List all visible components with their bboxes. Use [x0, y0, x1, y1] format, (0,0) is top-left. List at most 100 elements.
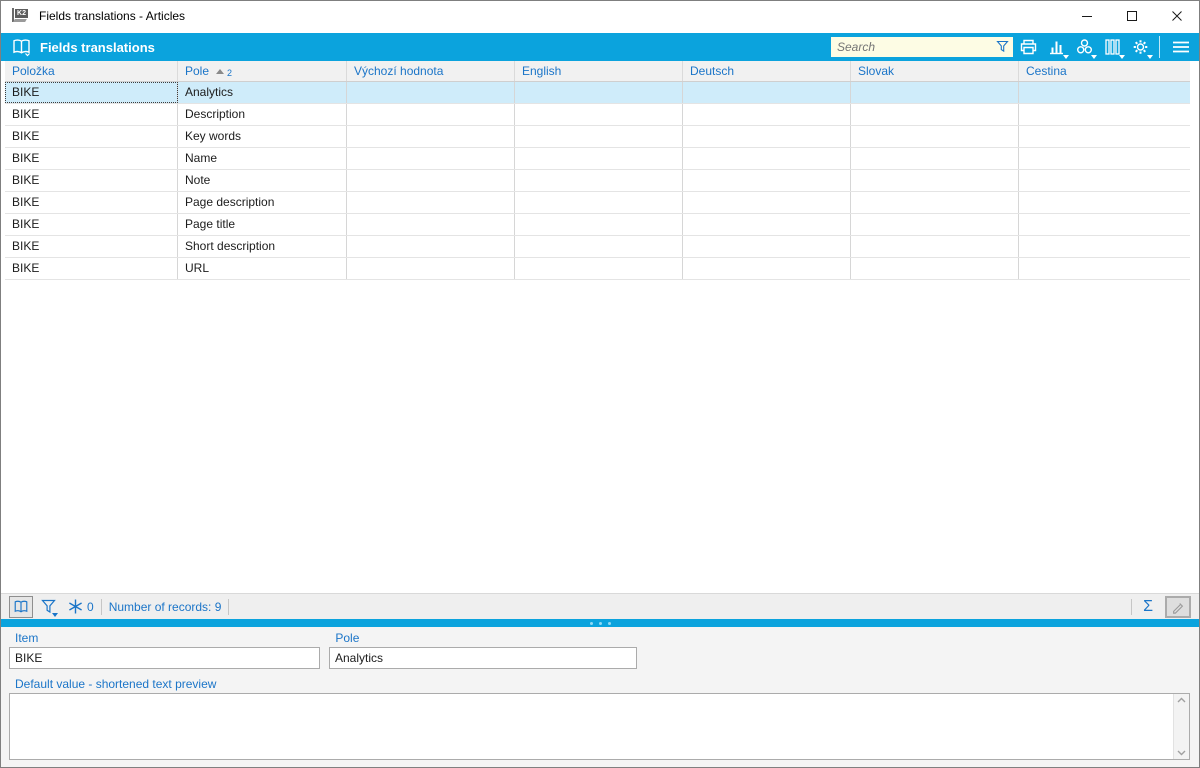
table-cell[interactable]: [347, 192, 515, 213]
table-cell[interactable]: [515, 148, 683, 169]
table-cell[interactable]: [347, 104, 515, 125]
table-cell[interactable]: [515, 82, 683, 103]
table-cell[interactable]: Key words: [178, 126, 347, 147]
table-cell[interactable]: Description: [178, 104, 347, 125]
table-cell[interactable]: [347, 148, 515, 169]
table-cell[interactable]: [347, 214, 515, 235]
table-cell[interactable]: BIKE: [5, 148, 178, 169]
search-filter-icon[interactable]: [995, 39, 1010, 54]
sum-button[interactable]: Σ: [1139, 598, 1157, 616]
table-cell[interactable]: [347, 126, 515, 147]
table-cell[interactable]: BIKE: [5, 214, 178, 235]
search-input[interactable]: [831, 37, 1013, 57]
column-header-pole[interactable]: Pole 2: [178, 61, 347, 81]
table-cell[interactable]: BIKE: [5, 82, 178, 103]
column-header-slovak[interactable]: Slovak: [851, 61, 1019, 81]
maximize-button[interactable]: [1109, 1, 1154, 31]
filter-button[interactable]: [36, 596, 60, 618]
close-button[interactable]: [1154, 1, 1199, 31]
preview-scrollbar[interactable]: [1173, 694, 1189, 759]
table-cell[interactable]: [1019, 192, 1190, 213]
table-cell[interactable]: [851, 82, 1019, 103]
table-cell[interactable]: [851, 126, 1019, 147]
table-row[interactable]: BIKE Description: [5, 104, 1190, 126]
column-header-english[interactable]: English: [515, 61, 683, 81]
table-cell[interactable]: BIKE: [5, 258, 178, 279]
table-row[interactable]: BIKE Key words: [5, 126, 1190, 148]
table-cell[interactable]: [515, 126, 683, 147]
table-cell[interactable]: [1019, 148, 1190, 169]
panel-splitter[interactable]: [1, 619, 1199, 627]
table-cell[interactable]: [683, 236, 851, 257]
table-cell[interactable]: [515, 236, 683, 257]
table-cell[interactable]: [851, 192, 1019, 213]
table-cell[interactable]: [515, 170, 683, 191]
preview-toggle-button[interactable]: [9, 595, 33, 618]
table-cell[interactable]: [347, 258, 515, 279]
table-cell[interactable]: [683, 258, 851, 279]
table-cell[interactable]: [1019, 258, 1190, 279]
table-row[interactable]: BIKE Page title: [5, 214, 1190, 236]
table-cell[interactable]: Page description: [178, 192, 347, 213]
process-button[interactable]: [1072, 35, 1097, 59]
menu-button[interactable]: [1168, 35, 1193, 59]
chart-button[interactable]: [1044, 35, 1069, 59]
table-cell[interactable]: [851, 258, 1019, 279]
edit-button-disabled[interactable]: [1165, 595, 1191, 618]
table-cell[interactable]: [851, 104, 1019, 125]
table-cell[interactable]: [347, 82, 515, 103]
table-cell[interactable]: [683, 170, 851, 191]
frozen-rows-button[interactable]: [63, 596, 87, 618]
column-header-deutsch[interactable]: Deutsch: [683, 61, 851, 81]
table-cell[interactable]: BIKE: [5, 126, 178, 147]
table-cell[interactable]: [347, 236, 515, 257]
table-cell[interactable]: BIKE: [5, 236, 178, 257]
column-header-vychozi-hodnota[interactable]: Výchozí hodnota: [347, 61, 515, 81]
table-row[interactable]: BIKE Analytics: [5, 82, 1190, 104]
table-row[interactable]: BIKE Name: [5, 148, 1190, 170]
print-button[interactable]: [1016, 35, 1041, 59]
table-cell[interactable]: URL: [178, 258, 347, 279]
table-cell[interactable]: [683, 214, 851, 235]
table-cell[interactable]: Analytics: [178, 82, 347, 103]
table-cell[interactable]: [515, 214, 683, 235]
pole-field[interactable]: [329, 647, 637, 669]
table-cell[interactable]: Name: [178, 148, 347, 169]
table-cell[interactable]: BIKE: [5, 170, 178, 191]
table-cell[interactable]: Short description: [178, 236, 347, 257]
table-cell[interactable]: [1019, 170, 1190, 191]
table-cell[interactable]: [1019, 104, 1190, 125]
table-cell[interactable]: [515, 104, 683, 125]
table-cell[interactable]: [851, 236, 1019, 257]
columns-button[interactable]: [1100, 35, 1125, 59]
table-cell[interactable]: [851, 170, 1019, 191]
table-cell[interactable]: [683, 126, 851, 147]
minimize-button[interactable]: [1064, 1, 1109, 31]
column-header-polozka[interactable]: Položka: [5, 61, 178, 81]
table-cell[interactable]: [683, 104, 851, 125]
column-header-cestina[interactable]: Cestina: [1019, 61, 1190, 81]
table-cell[interactable]: BIKE: [5, 192, 178, 213]
table-cell[interactable]: [683, 192, 851, 213]
table-cell[interactable]: [683, 148, 851, 169]
table-row[interactable]: BIKE Note: [5, 170, 1190, 192]
settings-button[interactable]: [1128, 35, 1153, 59]
table-cell[interactable]: [515, 258, 683, 279]
table-cell[interactable]: [851, 214, 1019, 235]
scroll-up-icon[interactable]: [1177, 697, 1186, 703]
table-row[interactable]: BIKE Short description: [5, 236, 1190, 258]
table-cell[interactable]: [683, 82, 851, 103]
table-row[interactable]: BIKE Page description: [5, 192, 1190, 214]
table-cell[interactable]: [1019, 236, 1190, 257]
default-value-preview-text[interactable]: [10, 694, 1173, 759]
table-row[interactable]: BIKE URL: [5, 258, 1190, 280]
table-cell[interactable]: [515, 192, 683, 213]
table-cell[interactable]: BIKE: [5, 104, 178, 125]
table-cell[interactable]: [851, 148, 1019, 169]
item-field[interactable]: [9, 647, 320, 669]
table-cell[interactable]: [1019, 126, 1190, 147]
table-cell[interactable]: [347, 170, 515, 191]
table-cell[interactable]: Note: [178, 170, 347, 191]
table-cell[interactable]: [1019, 214, 1190, 235]
table-cell[interactable]: Page title: [178, 214, 347, 235]
